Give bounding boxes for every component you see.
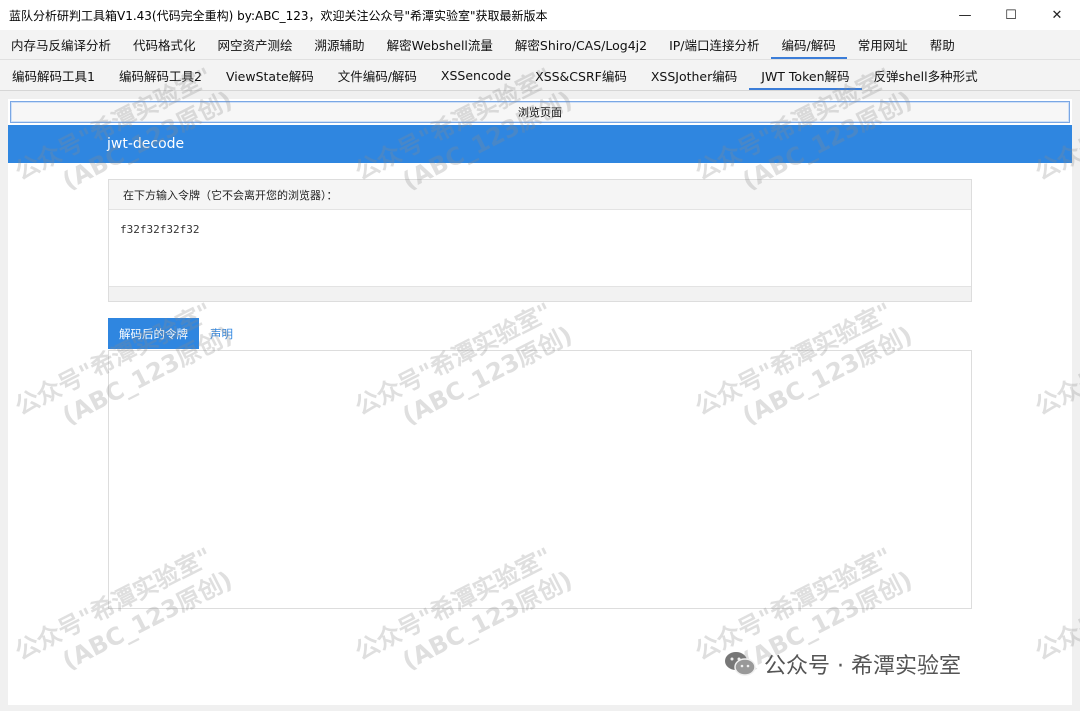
token-input-heading: 在下方输入令牌（它不会离开您的浏览器）： — [109, 180, 971, 210]
menu-tab-6[interactable]: IP/端口连接分析 — [658, 30, 770, 59]
token-input-panel: 在下方输入令牌（它不会离开您的浏览器）： f32f32f32f32 — [108, 179, 972, 302]
sub-tab-1[interactable]: 编码解码工具2 — [107, 60, 214, 90]
browse-page-button[interactable]: 浏览页面 — [10, 101, 1070, 123]
menu-tab-5[interactable]: 解密Shiro/CAS/Log4j2 — [504, 30, 658, 59]
jwt-decode-page: 浏览页面 jwt-decode 在下方输入令牌（它不会离开您的浏览器）： f32… — [8, 99, 1072, 705]
tab-decoded-token[interactable]: 解码后的令牌 — [108, 318, 199, 349]
main-menu-tabs: 内存马反编译分析 代码格式化 网空资产测绘 溯源辅助 解密Webshell流量 解密Shi… — [0, 30, 1080, 60]
decoded-token-output — [108, 350, 972, 609]
menu-tab-2[interactable]: 网空资产测绘 — [207, 30, 304, 59]
menu-tab-7[interactable]: 编码/解码 — [770, 30, 847, 59]
wechat-icon — [724, 650, 756, 678]
maximize-button[interactable]: ☐ — [988, 0, 1034, 30]
brand-footer: 公众号 · 希潭实验室 — [724, 648, 961, 680]
sub-tab-6[interactable]: XSSJother编码 — [639, 60, 749, 90]
menu-tab-3[interactable]: 溯源辅助 — [304, 30, 376, 59]
token-input-footer — [109, 286, 971, 301]
sub-tab-8[interactable]: 反弹shell多种形式 — [862, 60, 990, 90]
tab-claims[interactable]: 声明 — [199, 318, 244, 349]
minimize-button[interactable]: — — [942, 0, 988, 30]
page-header: jwt-decode — [8, 125, 1072, 163]
menu-tab-9[interactable]: 帮助 — [919, 30, 966, 59]
sub-tab-3[interactable]: 文件编码/解码 — [326, 60, 429, 90]
sub-tab-5[interactable]: XSS&CSRF编码 — [523, 60, 639, 90]
window-title: 蓝队分析研判工具箱V1.43(代码完全重构) by:ABC_123，欢迎关注公众… — [9, 8, 548, 23]
menu-tab-8[interactable]: 常用网址 — [847, 30, 919, 59]
sub-tab-4[interactable]: XSSencode — [429, 60, 523, 90]
title-bar: 蓝队分析研判工具箱V1.43(代码完全重构) by:ABC_123，欢迎关注公众… — [0, 0, 1080, 30]
sub-tabs: 编码解码工具1 编码解码工具2 ViewState解码 文件编码/解码 XSSencod… — [0, 60, 1080, 91]
menu-tab-4[interactable]: 解密Webshell流量 — [376, 30, 504, 59]
token-input[interactable]: f32f32f32f32 — [109, 210, 971, 286]
menu-tab-1[interactable]: 代码格式化 — [122, 30, 207, 59]
brand-text: 公众号 · 希潭实验室 — [764, 654, 961, 679]
sub-tab-7[interactable]: JWT Token解码 — [749, 60, 862, 90]
menu-tab-0[interactable]: 内存马反编译分析 — [0, 30, 122, 59]
close-button[interactable]: ✕ — [1034, 0, 1080, 30]
output-tabs: 解码后的令牌 声明 — [108, 318, 244, 349]
sub-tab-2[interactable]: ViewState解码 — [214, 60, 326, 90]
page-title: jwt-decode — [107, 136, 185, 152]
sub-tab-0[interactable]: 编码解码工具1 — [0, 60, 107, 90]
